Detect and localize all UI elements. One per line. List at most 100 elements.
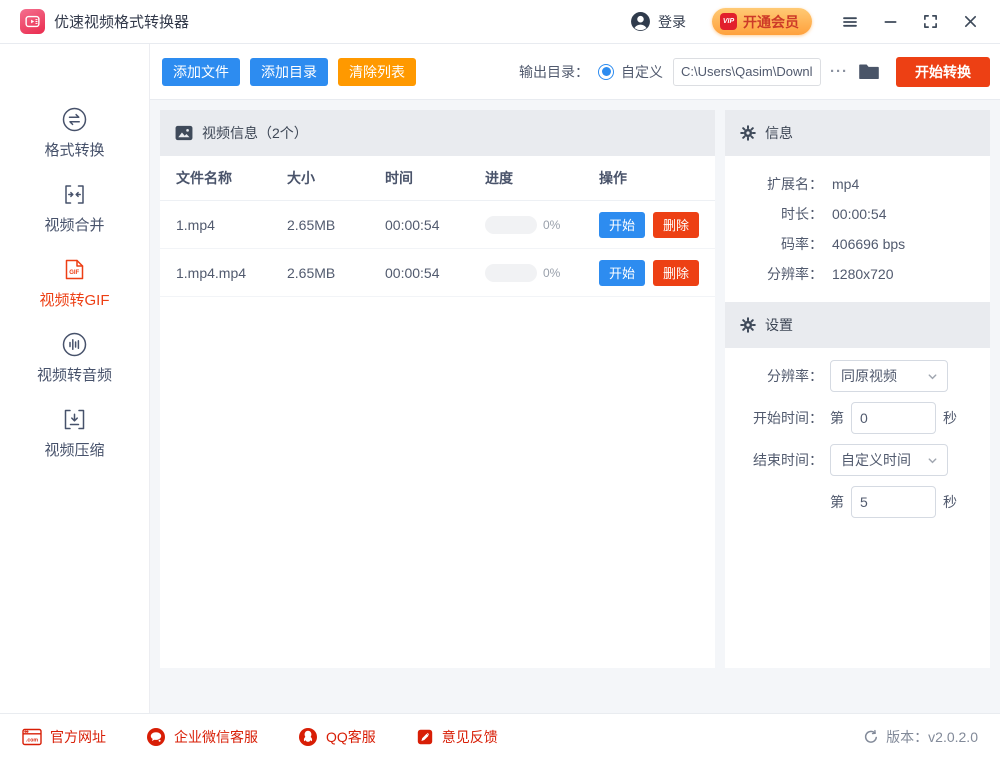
end-time-prefix: 第: [830, 492, 844, 512]
wechat-service-icon: [146, 727, 166, 747]
titlebar: 优速视频格式转换器 登录 VIP 开通会员: [0, 0, 1000, 44]
open-folder-icon[interactable]: [859, 63, 879, 80]
sidebar-item-format-convert[interactable]: 格式转换: [44, 106, 104, 160]
custom-output-label: 自定义: [621, 62, 663, 82]
output-path-input[interactable]: [673, 58, 821, 86]
setting-row-start-time: 开始时间： 第 秒: [725, 402, 990, 434]
video-merge-icon: [61, 181, 88, 208]
user-icon: [630, 11, 651, 32]
sidebar-item-video-to-gif[interactable]: GIF 视频转GIF: [40, 256, 110, 310]
sidebar-item-label: 格式转换: [44, 139, 104, 160]
cell-time: 00:00:54: [385, 217, 485, 233]
sidebar-item-label: 视频合并: [44, 214, 104, 235]
video-info-icon: [175, 125, 193, 141]
setting-row-end-time-value: 第 秒: [725, 486, 990, 518]
gear-icon: [740, 317, 756, 333]
cell-time: 00:00:54: [385, 265, 485, 281]
toolbar: 添加文件 添加目录 清除列表 输出目录： 自定义 ··· 开始转换: [150, 44, 1000, 100]
info-row-duration: 时长： 00:00:54: [725, 199, 990, 229]
start-time-suffix: 秒: [943, 408, 957, 428]
col-time: 时间: [385, 168, 485, 188]
sidebar-item-video-to-audio[interactable]: 视频转音频: [37, 331, 112, 385]
browse-more-button[interactable]: ···: [830, 63, 848, 80]
setting-row-resolution: 分辨率： 同原视频: [725, 360, 990, 392]
output-dir-label: 输出目录：: [519, 62, 589, 82]
check-update-icon[interactable]: [863, 729, 879, 745]
menu-icon[interactable]: [842, 14, 858, 30]
add-file-button[interactable]: 添加文件: [162, 58, 240, 86]
video-info-panel: 视频信息（2个） 文件名称 大小 时间 进度 操作 1.mp4 2.65MB 0…: [160, 110, 715, 668]
row-start-button[interactable]: 开始: [599, 212, 645, 238]
video-info-panel-header: 视频信息（2个）: [160, 110, 715, 156]
cell-size: 2.65MB: [287, 217, 385, 233]
vip-badge-icon: VIP: [720, 13, 737, 30]
info-row-resolution: 分辨率： 1280x720: [725, 259, 990, 289]
app-window: 优速视频格式转换器 登录 VIP 开通会员: [0, 0, 1000, 760]
cell-filename: 1.mp4: [176, 217, 287, 233]
chevron-down-icon: [927, 371, 938, 382]
col-progress: 进度: [485, 168, 599, 188]
clear-list-button[interactable]: 清除列表: [338, 58, 416, 86]
open-vip-label: 开通会员: [743, 12, 799, 32]
official-website-link[interactable]: .com 官方网址: [22, 727, 106, 747]
bitrate-value: 406696 bps: [832, 236, 905, 252]
row-delete-button[interactable]: 删除: [653, 212, 699, 238]
col-filename: 文件名称: [176, 168, 287, 188]
progress-bar: [485, 264, 537, 282]
cell-size: 2.65MB: [287, 265, 385, 281]
login-button[interactable]: 登录: [630, 11, 686, 32]
info-section-header: 信息: [725, 110, 990, 156]
app-title: 优速视频格式转换器: [54, 11, 189, 32]
footer-link-label: QQ客服: [326, 727, 376, 747]
qq-service-link[interactable]: QQ客服: [298, 727, 376, 747]
footer-bar: .com 官方网址 企业微信客服 QQ客服: [0, 713, 1000, 760]
video-info-title: 视频信息（2个）: [202, 123, 308, 143]
start-time-input[interactable]: [851, 402, 936, 434]
sidebar-item-video-compress[interactable]: 视频压缩: [44, 406, 104, 460]
official-website-icon: .com: [22, 728, 42, 746]
sidebar-item-label: 视频转GIF: [40, 289, 110, 310]
chevron-down-icon: [927, 455, 938, 466]
cell-filename: 1.mp4.mp4: [176, 265, 287, 281]
add-directory-button[interactable]: 添加目录: [250, 58, 328, 86]
sidebar-item-label: 视频转音频: [37, 364, 112, 385]
table-row: 1.mp4 2.65MB 00:00:54 0% 开始 删除: [160, 201, 715, 249]
start-convert-button[interactable]: 开始转换: [896, 57, 990, 87]
video-compress-icon: [61, 406, 88, 433]
wechat-service-link[interactable]: 企业微信客服: [146, 727, 258, 747]
progress-value: 0%: [543, 266, 560, 280]
app-logo-icon: [20, 9, 45, 34]
qq-service-icon: [298, 727, 318, 747]
minimize-icon[interactable]: [883, 14, 898, 29]
duration-value: 00:00:54: [832, 206, 887, 222]
info-section-title: 信息: [765, 123, 793, 143]
end-time-suffix: 秒: [943, 492, 957, 512]
progress-value: 0%: [543, 218, 560, 232]
sidebar-item-label: 视频压缩: [44, 439, 104, 460]
close-icon[interactable]: [963, 14, 978, 29]
feedback-link[interactable]: 意见反馈: [416, 727, 498, 747]
row-start-button[interactable]: 开始: [599, 260, 645, 286]
start-time-prefix: 第: [830, 408, 844, 428]
info-row-extension: 扩展名： mp4: [725, 169, 990, 199]
row-delete-button[interactable]: 删除: [653, 260, 699, 286]
details-panel: 信息 扩展名： mp4 时长： 00:00:54 码率：: [725, 110, 990, 668]
maximize-icon[interactable]: [923, 14, 938, 29]
sidebar: 格式转换 视频合并 GIF 视频转GIF: [0, 44, 150, 713]
table-header-row: 文件名称 大小 时间 进度 操作: [160, 156, 715, 201]
feedback-icon: [416, 728, 434, 746]
end-time-mode-select[interactable]: 自定义时间: [830, 444, 948, 476]
info-row-bitrate: 码率： 406696 bps: [725, 229, 990, 259]
open-vip-button[interactable]: VIP 开通会员: [712, 8, 812, 35]
version-label: 版本：v2.0.2.0: [886, 727, 978, 747]
custom-output-radio[interactable]: [598, 64, 614, 80]
resolution-select[interactable]: 同原视频: [830, 360, 948, 392]
end-time-input[interactable]: [851, 486, 936, 518]
gear-icon: [740, 125, 756, 141]
video-to-gif-icon: GIF: [61, 256, 88, 283]
version-info: 版本：v2.0.2.0: [863, 727, 978, 747]
video-to-audio-icon: [61, 331, 88, 358]
resolution-value: 1280x720: [832, 266, 894, 282]
login-label: 登录: [658, 12, 686, 32]
sidebar-item-video-merge[interactable]: 视频合并: [44, 181, 104, 235]
